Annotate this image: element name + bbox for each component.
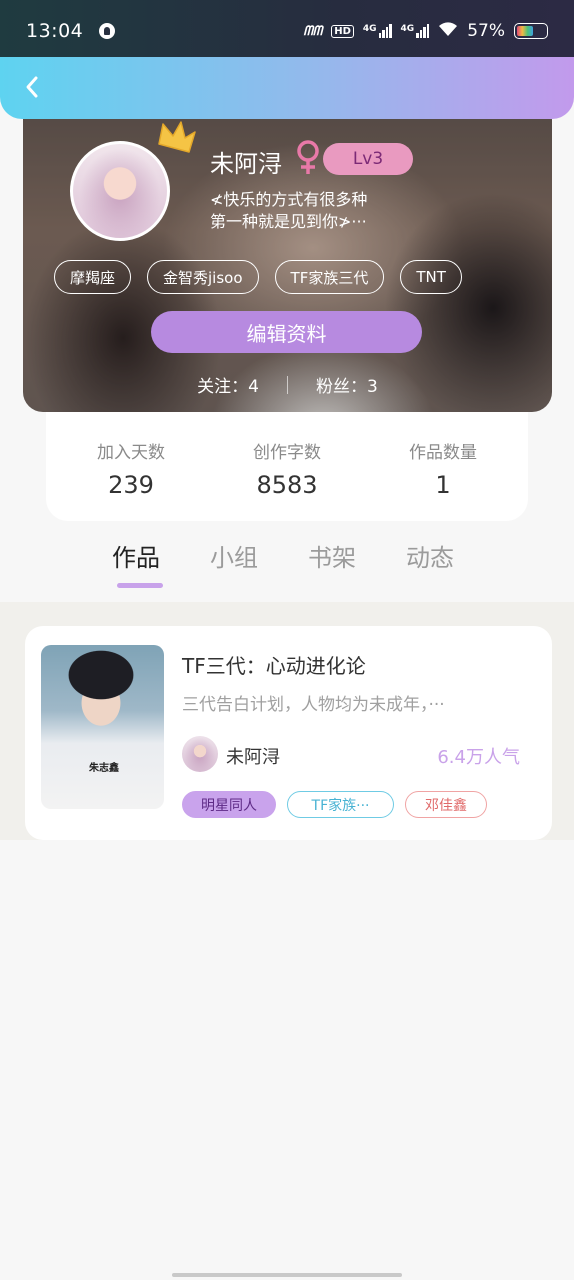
female-icon [297,140,319,174]
work-cover-image[interactable]: 朱志鑫 [41,645,164,809]
follow-stats: 关注：4 粉丝：3 [23,372,552,397]
cover-text: 朱志鑫 [89,763,119,774]
cellular-signal-icon-2: 4G [401,24,430,38]
username: 未阿浔 [210,150,282,178]
profile-tags: 摩羯座 金智秀jisoo TF家族三代 TNT [54,260,462,294]
stat-label: 创作字数 [253,443,321,463]
divider [287,375,288,394]
notification-icon [99,23,116,39]
active-tab-indicator [117,583,163,588]
edit-profile-button[interactable]: 编辑资料 [151,311,422,353]
chevron-left-icon [26,76,38,98]
stat-label: 加入天数 [97,443,165,463]
status-bar: 13:04 ᗰᗰ HD 4G 4G 57% [0,0,574,62]
stat-value: 8583 [256,471,318,499]
profile-tag[interactable]: 摩羯座 [54,260,132,294]
profile-tag[interactable]: TNT [400,260,462,294]
back-button[interactable] [16,71,48,103]
stat-value: 239 [108,471,154,499]
status-icons: ᗰᗰ HD 4G 4G 57% [303,21,548,42]
tab-bookshelf[interactable]: 书架 [308,538,356,573]
battery-icon [514,23,548,39]
bio: ≮快乐的方式有很多种 第一种就是见到你≯··· [210,189,410,233]
work-description: 三代告白计划，人物均为未成年，··· [182,695,445,715]
battery-percent: 57% [467,21,505,41]
tab-activity[interactable]: 动态 [406,538,454,573]
header-bar [0,57,574,119]
profile-card: 未阿浔 Lv3 ≮快乐的方式有很多种 第一种就是见到你≯··· 摩羯座 金智秀j… [23,108,552,412]
wifi-icon [438,21,458,42]
stat-value: 1 [435,471,451,499]
stat-works-count: 作品数量 1 [398,438,488,521]
profile-tag[interactable]: 金智秀jisoo [147,260,259,294]
home-indicator[interactable] [172,1273,402,1277]
stat-word-count: 创作字数 8583 [242,438,332,521]
crown-icon [158,121,196,153]
cellular-signal-icon: 4G [363,24,392,38]
status-time: 13:04 [26,20,84,42]
followers-count[interactable]: 粉丝：3 [316,372,378,397]
tab-bar: 作品 小组 书架 动态 [0,524,574,602]
work-tag[interactable]: TF家族··· [287,791,394,818]
bio-line-1: ≮快乐的方式有很多种 [210,190,368,209]
work-tag[interactable]: 明星同人 [182,791,276,818]
author-name[interactable]: 未阿浔 [226,743,280,769]
stat-label: 作品数量 [409,443,477,463]
popularity-count: 6.4万人气 [437,747,520,768]
stat-join-days: 加入天数 239 [86,438,176,521]
work-card[interactable]: 朱志鑫 TF三代：心动进化论 三代告白计划，人物均为未成年，··· 未阿浔 6.… [25,626,552,840]
following-count[interactable]: 关注：4 [197,372,259,397]
tab-works[interactable]: 作品 [112,538,160,573]
hd-icon: HD [331,24,354,38]
profile-tag[interactable]: TF家族三代 [274,260,385,294]
tab-groups[interactable]: 小组 [210,538,258,573]
work-tags: 明星同人 TF家族··· 邓佳鑫 [182,791,487,818]
bio-line-2: 第一种就是见到你≯··· [210,212,367,231]
work-tag[interactable]: 邓佳鑫 [405,791,487,818]
author-avatar[interactable] [182,736,218,772]
level-badge: Lv3 [323,143,413,175]
work-title[interactable]: TF三代：心动进化论 [182,650,366,679]
signal-carrier-icon: ᗰᗰ [303,23,323,39]
stats-card: 加入天数 239 创作字数 8583 作品数量 1 [46,408,528,521]
